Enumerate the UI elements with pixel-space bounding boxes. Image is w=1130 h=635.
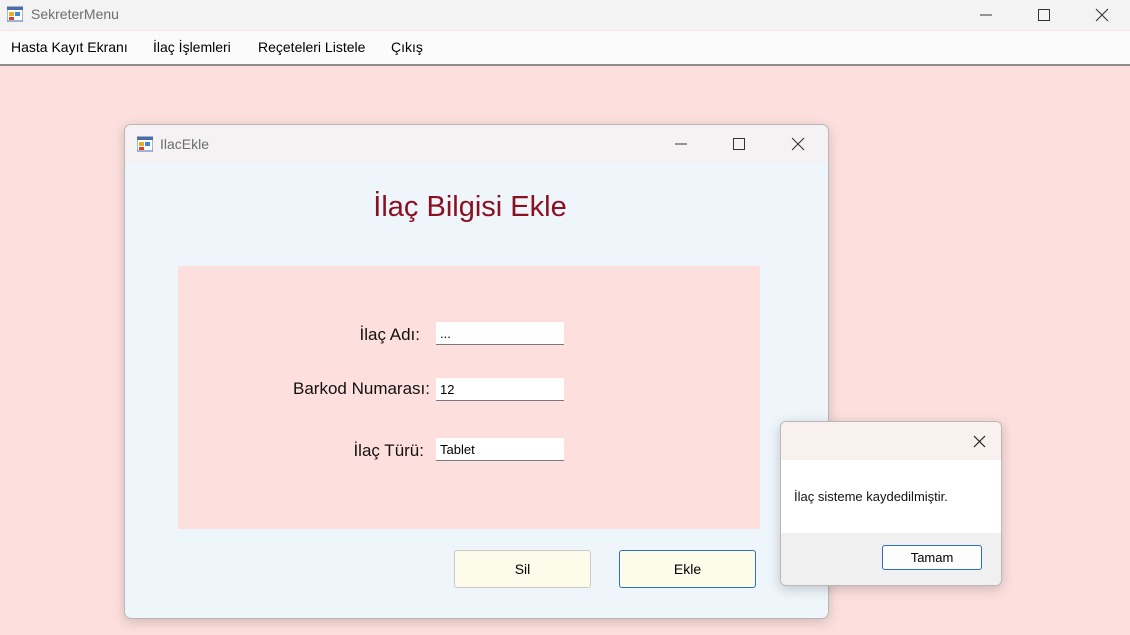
minimize-icon[interactable] (652, 129, 710, 159)
ilac-turu-label: İlaç Türü: (353, 441, 424, 460)
child-title-bar[interactable]: IlacEkle (125, 125, 828, 163)
close-icon[interactable] (769, 129, 827, 159)
menu-bar: Hasta Kayıt Ekranı İlaç İşlemleri Reçete… (0, 31, 1130, 66)
close-icon[interactable] (971, 433, 987, 449)
menu-item-cikis[interactable]: Çıkış (391, 39, 423, 55)
main-title-bar[interactable]: SekreterMenu (0, 0, 1130, 30)
message-box: İlaç sisteme kaydedilmiştir. Tamam (780, 421, 1002, 586)
close-icon[interactable] (1073, 0, 1130, 30)
form-panel: İlaç Adı: Barkod Numarası: İlaç Türü: (178, 266, 760, 529)
message-box-footer: Tamam (781, 533, 1001, 585)
window-title: SekreterMenu (31, 6, 119, 22)
ilac-adi-label: İlaç Adı: (359, 325, 420, 344)
ilac-ekle-window: IlacEkle İlaç Bilgisi Ekle İlaç Adı: Bar… (124, 124, 829, 619)
barkod-numarasi-input[interactable] (436, 378, 564, 401)
maximize-icon[interactable] (710, 129, 768, 159)
barkod-numarasi-label: Barkod Numarası: (293, 379, 430, 398)
menu-item-ilac-islemleri[interactable]: İlaç İşlemleri (153, 39, 231, 55)
tamam-button[interactable]: Tamam (882, 545, 982, 570)
message-box-title-bar[interactable] (781, 422, 1001, 460)
ilac-turu-input[interactable] (436, 438, 564, 461)
ilac-adi-input[interactable] (436, 322, 564, 345)
maximize-icon[interactable] (1015, 0, 1073, 30)
menu-item-hasta-kayit[interactable]: Hasta Kayıt Ekranı (11, 39, 128, 55)
minimize-icon[interactable] (957, 0, 1015, 30)
sil-button[interactable]: Sil (454, 550, 591, 588)
form-heading: İlaç Bilgisi Ekle (373, 191, 567, 223)
child-window-title: IlacEkle (160, 136, 210, 152)
app-icon (7, 6, 23, 22)
ekle-button[interactable]: Ekle (619, 550, 756, 588)
menu-item-receteleri-listele[interactable]: Reçeteleri Listele (258, 39, 365, 55)
app-icon (137, 136, 153, 152)
message-text: İlaç sisteme kaydedilmiştir. (794, 489, 948, 504)
